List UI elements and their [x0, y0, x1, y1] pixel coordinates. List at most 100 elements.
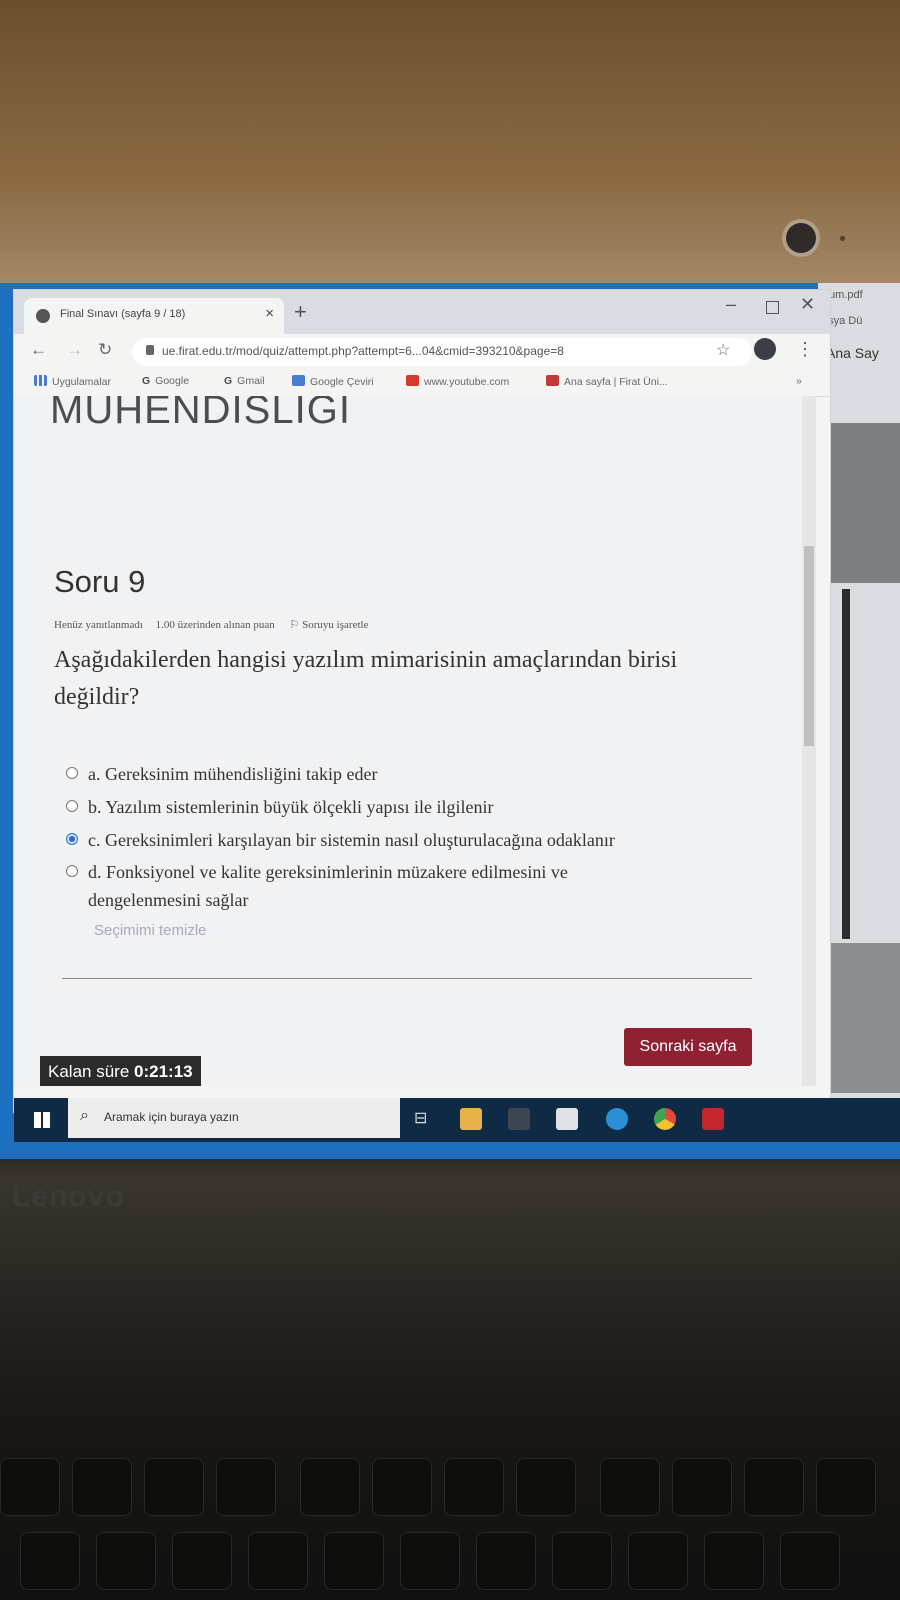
- keyboard-key: [476, 1532, 536, 1590]
- next-page-button[interactable]: Sonraki sayfa: [624, 1028, 752, 1066]
- windows-taskbar: ⌕ Aramak için buraya yazın ⊟: [14, 1098, 900, 1142]
- answer-option-d[interactable]: d. Fonksiyonel ve kalite gereksinimlerin…: [66, 858, 568, 914]
- question-text: Aşağıdakilerden hangisi yazılım mimarisi…: [54, 647, 678, 710]
- active-tab[interactable]: Final Sınavı (sayfa 9 / 18) ×: [24, 298, 284, 334]
- bookmark-apps[interactable]: Uygulamalar: [34, 375, 111, 388]
- answer-option-a[interactable]: a. Gereksinim mühendisliğini takip eder: [66, 760, 377, 788]
- option-label: d. Fonksiyonel ve kalite gereksinimlerin…: [88, 862, 568, 882]
- keyboard-key: [72, 1458, 132, 1516]
- browser-menu-icon[interactable]: ⋮: [796, 339, 814, 360]
- question-number: Soru 9: [54, 564, 146, 599]
- task-view-icon[interactable]: ⊟: [414, 1108, 436, 1130]
- browser-window: Final Sınavı (sayfa 9 / 18) × + – ✕ ← → …: [14, 290, 830, 1112]
- pdf-page-dark-2: [818, 943, 900, 1093]
- bookmark-gmail[interactable]: G Gmail: [224, 375, 265, 387]
- translate-icon: [292, 375, 305, 386]
- tab-title: Final Sınavı (sayfa 9 / 18): [60, 308, 186, 320]
- keyboard-key: [324, 1532, 384, 1590]
- google-icon: G: [142, 375, 151, 387]
- flag-question[interactable]: ⚐ Soruyu işaretle: [290, 619, 369, 631]
- page-headline: MÜHENDİSLİĞİ: [50, 396, 351, 432]
- option-label: c. Gereksinimleri karşılayan bir sistemi…: [88, 830, 615, 850]
- laptop-keyboard-deck: [0, 1270, 900, 1600]
- pdf-page-dark: [818, 423, 900, 583]
- bookmark-youtube[interactable]: www.youtube.com: [406, 375, 509, 388]
- keyboard-key: [704, 1532, 764, 1590]
- taskbar-search-placeholder: Aramak için buraya yazın: [104, 1110, 239, 1124]
- keyboard-key: [744, 1458, 804, 1516]
- file-explorer-icon[interactable]: [460, 1108, 482, 1130]
- flag-label: Soruyu işaretle: [302, 619, 369, 631]
- keyboard-key: [172, 1532, 232, 1590]
- time-remaining: Kalan süre 0:21:13: [40, 1056, 201, 1086]
- search-icon: ⌕: [80, 1107, 89, 1124]
- lock-icon: [146, 345, 154, 355]
- keyboard-key: [600, 1458, 660, 1516]
- webcam: [786, 223, 816, 253]
- keyboard-key: [400, 1532, 460, 1590]
- taskbar-search[interactable]: ⌕ Aramak için buraya yazın: [68, 1098, 400, 1138]
- acrobat-icon[interactable]: [702, 1108, 724, 1130]
- store-icon[interactable]: [556, 1108, 578, 1130]
- keyboard-key: [20, 1532, 80, 1590]
- reload-icon[interactable]: ↻: [98, 340, 112, 360]
- keyboard-key: [300, 1458, 360, 1516]
- forward-icon[interactable]: →: [66, 340, 83, 360]
- clear-choice-link[interactable]: Seçimimi temizle: [94, 922, 207, 939]
- url-text: ue.firat.edu.tr/mod/quiz/attempt.php?att…: [162, 344, 564, 358]
- page-scrollbar[interactable]: [802, 396, 816, 1086]
- tab-bar: Final Sınavı (sayfa 9 / 18) × + – ✕: [14, 290, 830, 334]
- keyboard-key: [0, 1458, 60, 1516]
- windows-start-icon[interactable]: [34, 1112, 50, 1128]
- pdf-tab[interactable]: Ana Say: [826, 345, 879, 361]
- keyboard-key: [96, 1532, 156, 1590]
- profile-avatar-icon[interactable]: [754, 338, 776, 360]
- maximize-icon[interactable]: [766, 301, 779, 314]
- bookmark-label: Ana sayfa | Firat Üni...: [564, 376, 668, 388]
- browser-toolbar: ← → ↻ ue.firat.edu.tr/mod/quiz/attempt.p…: [14, 334, 830, 370]
- scrollbar-thumb[interactable]: [804, 546, 814, 746]
- minimize-icon[interactable]: –: [726, 294, 736, 315]
- back-icon[interactable]: ←: [30, 340, 47, 360]
- radio-d[interactable]: [66, 865, 78, 877]
- bookmark-translate[interactable]: Google Çeviri: [292, 375, 374, 388]
- youtube-icon: [406, 375, 419, 386]
- page-content: MÜHENDİSLİĞİ Soru 9 Henüz yanıtlanmadı 1…: [14, 396, 802, 1086]
- tab-favicon-icon: [36, 309, 50, 323]
- background-pdf-window: tum.pdf osya Dü Ana Say: [818, 283, 900, 1098]
- bookmark-label: Gmail: [237, 375, 265, 387]
- bookmark-firat[interactable]: Ana sayfa | Firat Üni...: [546, 375, 668, 388]
- keyboard-key: [516, 1458, 576, 1516]
- bookmark-label: www.youtube.com: [424, 376, 510, 388]
- window-close-icon[interactable]: ✕: [800, 294, 815, 315]
- keyboard-key: [248, 1532, 308, 1590]
- question-info: Henüz yanıtlanmadı 1.00 üzerinden alınan…: [54, 618, 368, 631]
- divider: [62, 978, 752, 979]
- new-tab-button[interactable]: +: [294, 299, 307, 325]
- laptop-brand-logo: Lenovo: [12, 1180, 125, 1213]
- radio-c[interactable]: [66, 833, 78, 845]
- bookmarks-bar: Uygulamalar G Google G Gmail Google Çeviri…: [14, 370, 830, 397]
- keyboard-key: [552, 1532, 612, 1590]
- bookmark-label: Uygulamalar: [52, 376, 111, 388]
- edge-icon[interactable]: [606, 1108, 628, 1130]
- gmail-icon: G: [224, 375, 233, 387]
- answer-option-b[interactable]: b. Yazılım sistemlerinin büyük ölçekli y…: [66, 793, 493, 821]
- radio-a[interactable]: [66, 767, 78, 779]
- chrome-icon[interactable]: [654, 1108, 676, 1130]
- radio-b[interactable]: [66, 800, 78, 812]
- terminal-icon[interactable]: [508, 1108, 530, 1130]
- webcam-led: [840, 236, 845, 241]
- keyboard-key: [780, 1532, 840, 1590]
- apps-grid-icon: [34, 375, 47, 386]
- timer-value: 0:21:13: [134, 1062, 193, 1081]
- address-bar[interactable]: ue.firat.edu.tr/mod/quiz/attempt.php?att…: [132, 338, 752, 366]
- option-label: b. Yazılım sistemlerinin büyük ölçekli y…: [88, 797, 494, 817]
- answer-option-c[interactable]: c. Gereksinimleri karşılayan bir sistemi…: [66, 826, 615, 854]
- bookmark-star-icon[interactable]: ☆: [716, 340, 730, 360]
- tab-close-icon[interactable]: ×: [265, 305, 274, 322]
- bookmark-google[interactable]: G Google: [142, 375, 189, 387]
- option-label: a. Gereksinim mühendisliğini takip eder: [88, 764, 378, 784]
- bookmarks-overflow-icon[interactable]: »: [796, 375, 802, 387]
- firat-icon: [546, 375, 559, 386]
